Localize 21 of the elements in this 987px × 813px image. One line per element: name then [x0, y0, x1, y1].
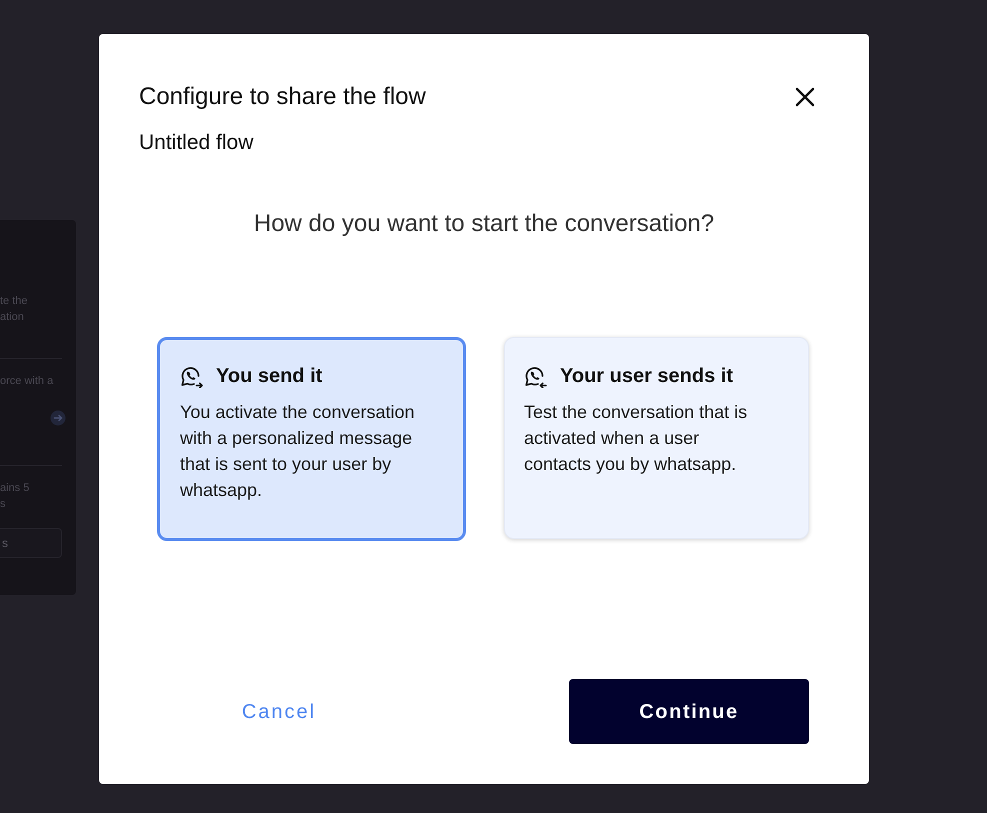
dialog-title: Configure to share the flow — [139, 82, 426, 112]
option-card[interactable]: Your user sends it Test the conversation that is activated when a user contacts you by whatsapp. — [504, 337, 809, 539]
panel-text: s — [0, 497, 6, 512]
panel-text: orce with a — [0, 374, 54, 389]
cancel-button[interactable]: Cancel — [159, 692, 399, 732]
panel-text: ation — [0, 310, 24, 325]
flow-name: Untitled flow — [139, 131, 254, 155]
question-text: How do you want to start the conversation? — [254, 209, 714, 239]
panel-text: te the — [0, 294, 28, 309]
phone-bubble-icon — [180, 364, 203, 388]
option-title: You send it — [216, 364, 322, 389]
option-description: You activate the conversation with a personalized message that is sent to your user by whatsapp. — [180, 401, 416, 502]
panel-text: ains 5 — [0, 481, 30, 496]
option-card[interactable]: You send it You activate the conversation with a personalized message that is sent to your user by whatsapp. — [157, 337, 466, 541]
close-icon — [795, 87, 815, 107]
continue-button[interactable]: Continue — [569, 679, 809, 744]
phone-bubble-icon — [524, 364, 547, 388]
arrow-circle-icon — [50, 410, 66, 426]
close-button[interactable] — [793, 85, 817, 109]
option-title: Your user sends it — [560, 364, 734, 389]
option-description: Test the conversation that is activated when a user contacts you by whatsapp. — [524, 401, 748, 476]
